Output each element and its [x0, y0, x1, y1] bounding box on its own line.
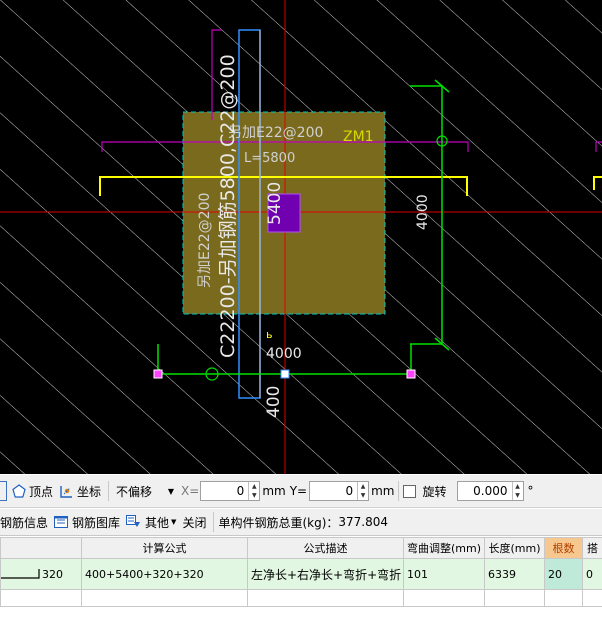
rebar-shape-icon: [1, 569, 40, 579]
cell-lap[interactable]: 0: [582, 558, 602, 590]
column-header-formula[interactable]: 计算公式: [81, 537, 248, 559]
label-length: L=5800: [244, 151, 295, 166]
table-row-empty[interactable]: [0, 589, 602, 607]
other-menu-button[interactable]: 其他 ▼: [123, 511, 179, 533]
cell-empty[interactable]: [484, 589, 545, 607]
column-header-lap[interactable]: 搭: [582, 537, 602, 559]
cell-empty[interactable]: [582, 589, 602, 607]
rotate-spin-arrows[interactable]: ▲ ▼: [511, 482, 523, 500]
cell-description[interactable]: 左净长+右净长+弯折+弯折: [247, 558, 404, 590]
column-header-description[interactable]: 公式描述: [247, 537, 404, 559]
cad-drawing-canvas[interactable]: 另加E22@200 L=5800 ZM1 C22200-另加钢筋5800,C22…: [0, 0, 602, 474]
label-dim-vertical: 5400: [265, 182, 285, 225]
grip-point-right[interactable]: [406, 369, 416, 379]
cell-empty[interactable]: [544, 589, 583, 607]
separator: [108, 481, 110, 501]
total-weight-value: 377.804: [338, 515, 389, 529]
column-header-length[interactable]: 长度(mm): [484, 537, 545, 559]
label-dim-lower: 400: [264, 386, 284, 418]
chevron-down-icon: ▼: [167, 486, 175, 496]
column-header-shape[interactable]: [0, 537, 82, 559]
y-coordinate-input[interactable]: 0 ▲ ▼: [309, 481, 370, 501]
rebar-table-grid: 计算公式 公式描述 弯曲调整(mm) 长度(mm) 根数 搭 320 400+5…: [0, 537, 602, 607]
offset-select[interactable]: 不偏移 ▼: [113, 480, 177, 502]
library-icon: [54, 516, 69, 528]
x-spin-arrows[interactable]: ▲ ▼: [248, 482, 259, 500]
rebar-info-button[interactable]: 钢筋信息: [0, 511, 51, 533]
rotate-checkbox[interactable]: [403, 484, 417, 498]
rotate-label: 旋转: [422, 484, 447, 499]
y-spin-arrows[interactable]: ▲ ▼: [357, 482, 368, 500]
close-button[interactable]: 关闭: [179, 511, 209, 533]
cell-formula[interactable]: 400+5400+320+320: [81, 558, 248, 590]
rotate-angle-input[interactable]: 0.000 ▲ ▼: [456, 481, 524, 501]
pentagon-icon: [12, 484, 26, 498]
cell-bend-adjust[interactable]: 101: [403, 558, 485, 590]
column-header-count[interactable]: 根数: [544, 537, 583, 559]
cell-shape[interactable]: 320: [0, 558, 82, 590]
rebar-toolbar: 钢筋信息 钢筋图库 其他 ▼ 关闭 单构件钢筋总重(kg)： 377.804: [0, 509, 602, 536]
x-label: X=: [181, 484, 200, 498]
cell-count[interactable]: 20: [544, 558, 583, 590]
column-header-bend-adjust[interactable]: 弯曲调整(mm): [403, 537, 485, 559]
label-zone: ZM1: [343, 129, 374, 145]
cell-length[interactable]: 6339: [484, 558, 545, 590]
coordinate-button[interactable]: 坐标: [56, 480, 104, 502]
vertex-button[interactable]: 顶点: [9, 480, 56, 502]
y-label: Y=: [289, 484, 308, 498]
grip-point-center[interactable]: [280, 369, 290, 379]
label-top-rebar: 另加E22@200: [228, 125, 323, 141]
cell-empty[interactable]: [247, 589, 404, 607]
degree-symbol: °: [527, 484, 534, 498]
rebar-library-button[interactable]: 钢筋图库: [51, 511, 123, 533]
cad-drawing[interactable]: 另加E22@200 L=5800 ZM1 C22200-另加钢筋5800,C22…: [0, 0, 602, 474]
rebar-table: 计算公式 公式描述 弯曲调整(mm) 长度(mm) 根数 搭 320 400+5…: [0, 537, 602, 623]
cell-empty[interactable]: [81, 589, 248, 607]
shape-dimension: 320: [42, 567, 63, 581]
grip-point-left[interactable]: [153, 369, 163, 379]
label-side-rebar: 另加E22@200: [197, 193, 213, 288]
chevron-down-icon: ▼: [171, 518, 177, 526]
cell-empty[interactable]: [0, 589, 82, 607]
separator: [398, 481, 400, 501]
total-weight-label: 单构件钢筋总重(kg)：: [218, 515, 339, 530]
table-row[interactable]: 320 400+5400+320+320 左净长+右净长+弯折+弯折 101 6…: [0, 558, 602, 590]
snap-toolbar: 顶点 坐标 不偏移 ▼ X= 0 ▲ ▼ mm Y= 0 ▲ ▼ mm 旋转 0.0…: [0, 475, 602, 508]
other-icon: [126, 515, 141, 527]
label-vertical-rebar: C22200-另加钢筋5800,C22@200: [217, 54, 239, 358]
x-coordinate-input[interactable]: 0 ▲ ▼: [200, 481, 261, 501]
label-dim-bottom: 4000: [266, 346, 302, 362]
axes-icon: [60, 485, 73, 498]
label-dim-right: 4000: [415, 194, 431, 230]
truncated-icon[interactable]: [0, 481, 7, 501]
y-unit: mm: [371, 484, 395, 498]
separator: [213, 512, 215, 532]
cell-empty[interactable]: [403, 589, 485, 607]
label-corner-mark: ь: [266, 328, 272, 341]
table-header: 计算公式 公式描述 弯曲调整(mm) 长度(mm) 根数 搭: [0, 537, 602, 559]
x-unit: mm: [262, 484, 286, 498]
